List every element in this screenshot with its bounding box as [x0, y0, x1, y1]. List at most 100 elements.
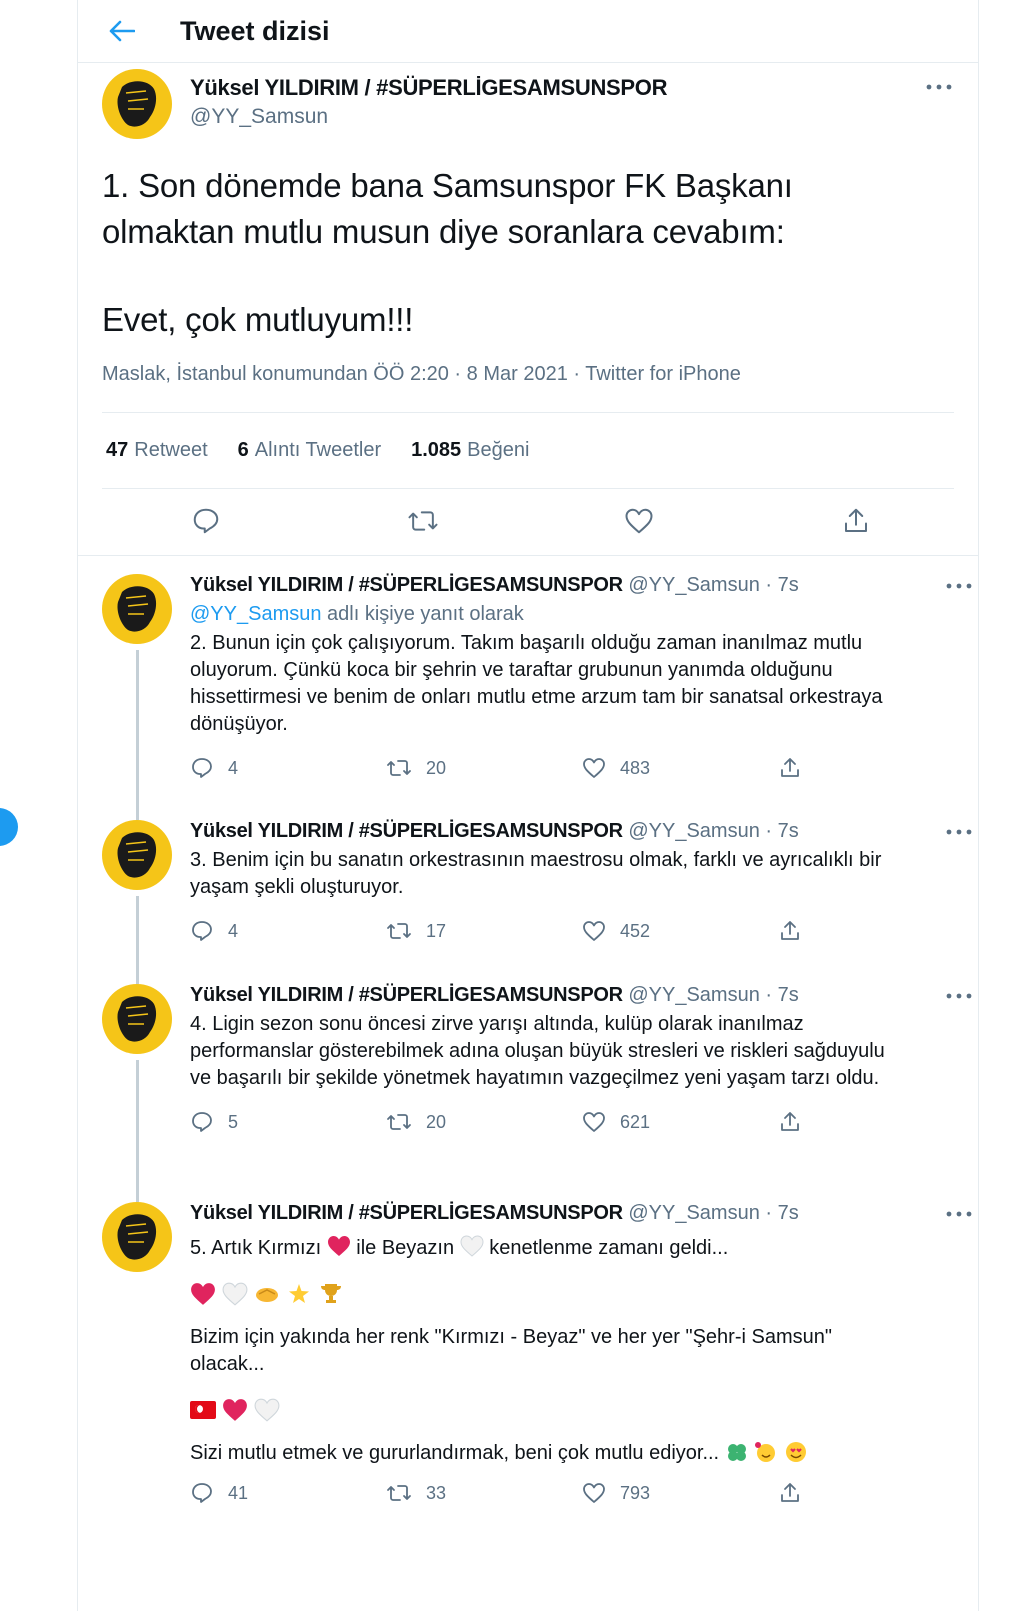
- author-name[interactable]: Yüksel YILDIRIM / #SÜPERLİGESAMSUNSPOR: [190, 820, 623, 842]
- author-name[interactable]: Yüksel YILDIRIM / #SÜPERLİGESAMSUNSPOR: [190, 984, 623, 1006]
- handle-time[interactable]: @YY_Samsun · 7s: [628, 820, 798, 842]
- retweet-icon: [387, 1114, 411, 1130]
- reply-button[interactable]: 5: [190, 1110, 386, 1134]
- thread-tweet[interactable]: Yüksel YILDIRIM / #SÜPERLİGESAMSUNSPOR @…: [78, 1184, 978, 1505]
- avatar[interactable]: [102, 69, 172, 139]
- handle-time[interactable]: @YY_Samsun · 7s: [628, 574, 798, 596]
- replying-to-link[interactable]: @YY_Samsun: [190, 603, 321, 625]
- thread-tweet[interactable]: Yüksel YILDIRIM / #SÜPERLİGESAMSUNSPOR @…: [78, 556, 978, 820]
- page-title: Tweet dizisi: [180, 15, 330, 46]
- red-heart-icon: [223, 1399, 247, 1421]
- retweet-count[interactable]: 47 Retweet: [106, 439, 208, 462]
- thread-connector: [136, 1060, 139, 1202]
- like-icon[interactable]: [621, 503, 657, 539]
- like-button[interactable]: 483: [582, 756, 778, 780]
- retweet-icon[interactable]: [405, 503, 441, 539]
- dizzy-star-icon: [289, 1284, 309, 1303]
- reply-icon: [192, 1483, 212, 1503]
- reply-icon: [192, 758, 212, 778]
- avatar[interactable]: [102, 820, 172, 890]
- turkey-flag-icon: [190, 1401, 216, 1419]
- smiling-hearts-icon: [755, 1442, 776, 1462]
- white-heart-icon: [222, 1282, 248, 1306]
- like-icon: [583, 1112, 605, 1132]
- reply-icon: [192, 1112, 212, 1132]
- share-icon: [781, 1112, 799, 1131]
- emoji-row: [190, 1398, 974, 1422]
- handshake-icon: [256, 1288, 278, 1302]
- tweet-actions: 41 33 793: [190, 1481, 974, 1505]
- retweet-button[interactable]: 33: [386, 1481, 582, 1505]
- share-button[interactable]: [778, 919, 974, 943]
- share-icon: [781, 921, 799, 940]
- tweet-actions: 5 20 621: [190, 1110, 974, 1134]
- white-heart-icon: [460, 1235, 484, 1257]
- tweet-actions: 4 17 452: [190, 919, 974, 943]
- author-name[interactable]: Yüksel YILDIRIM / #SÜPERLİGESAMSUNSPOR: [190, 75, 667, 101]
- handle-time[interactable]: @YY_Samsun · 7s: [628, 984, 798, 1006]
- retweet-button[interactable]: 20: [386, 756, 582, 780]
- avatar[interactable]: [102, 984, 172, 1054]
- more-icon[interactable]: [946, 576, 972, 594]
- tweet-actions: [102, 489, 954, 555]
- back-arrow-icon[interactable]: [108, 17, 136, 45]
- reply-icon: [192, 921, 212, 941]
- tweet-text: 4. Ligin sezon sonu öncesi zirve yarışı …: [190, 1013, 885, 1089]
- white-heart-icon: [254, 1398, 280, 1422]
- page-header: Tweet dizisi: [78, 0, 978, 63]
- quote-count[interactable]: 6 Alıntı Tweetler: [238, 439, 381, 462]
- share-icon: [781, 1483, 799, 1502]
- red-heart-icon: [327, 1236, 350, 1256]
- reply-button[interactable]: 41: [190, 1481, 386, 1505]
- heart-eyes-icon: [785, 1442, 806, 1462]
- tweet-text: 2. Bunun için çok çalışıyorum. Takım baş…: [190, 632, 883, 735]
- retweet-icon: [387, 1485, 411, 1501]
- retweet-button[interactable]: 20: [386, 1110, 582, 1134]
- handle-time[interactable]: @YY_Samsun · 7s: [628, 1202, 798, 1224]
- tweet-text: 3. Benim için bu sanatın orkestrasının m…: [190, 849, 882, 898]
- like-button[interactable]: 621: [582, 1110, 778, 1134]
- clover-icon: [727, 1444, 746, 1461]
- share-icon[interactable]: [838, 503, 874, 539]
- emoji-row: [190, 1282, 974, 1306]
- author-name[interactable]: Yüksel YILDIRIM / #SÜPERLİGESAMSUNSPOR: [190, 1202, 623, 1224]
- like-button[interactable]: 793: [582, 1481, 778, 1505]
- like-count[interactable]: 1.085 Beğeni: [411, 439, 529, 462]
- timeline-column: Tweet dizisi Yüksel YILDIRIM / #SÜPERLİG…: [77, 0, 979, 1611]
- reply-button[interactable]: 4: [190, 919, 386, 943]
- retweet-icon: [387, 760, 411, 776]
- like-icon: [583, 921, 605, 941]
- like-icon: [583, 1483, 605, 1503]
- tweet-actions: 4 20 483: [190, 756, 974, 780]
- tweet-text: Bizim için yakında her renk "Kırmızı - B…: [190, 1326, 832, 1375]
- author-handle[interactable]: @YY_Samsun: [190, 105, 667, 129]
- like-icon: [583, 758, 605, 778]
- avatar[interactable]: [102, 574, 172, 644]
- tweet-text: 1. Son dönemde bana Samsunspor FK Başkan…: [102, 167, 793, 338]
- author-name[interactable]: Yüksel YILDIRIM / #SÜPERLİGESAMSUNSPOR: [190, 574, 623, 596]
- share-icon: [781, 758, 799, 777]
- like-button[interactable]: 452: [582, 919, 778, 943]
- main-tweet: Yüksel YILDIRIM / #SÜPERLİGESAMSUNSPOR @…: [78, 63, 978, 555]
- reply-button[interactable]: 4: [190, 756, 386, 780]
- reply-icon[interactable]: [188, 503, 224, 539]
- tweet-meta[interactable]: Maslak, İstanbul konumundan ÖÖ 2:20 · 8 …: [102, 363, 954, 413]
- share-button[interactable]: [778, 1110, 974, 1134]
- more-icon[interactable]: [926, 77, 952, 95]
- tweet-text: Sizi mutlu etmek ve gururlandırmak, beni…: [190, 1440, 910, 1467]
- more-icon[interactable]: [946, 822, 972, 840]
- retweet-button[interactable]: 17: [386, 919, 582, 943]
- more-icon[interactable]: [946, 986, 972, 1004]
- tweet-text: 5. Artık Kırmızı ile Beyazın kenetlenme …: [190, 1235, 729, 1259]
- thread-tweet[interactable]: Yüksel YILDIRIM / #SÜPERLİGESAMSUNSPOR @…: [78, 802, 978, 984]
- retweet-icon: [387, 923, 411, 939]
- thread-tweet[interactable]: Yüksel YILDIRIM / #SÜPERLİGESAMSUNSPOR @…: [78, 966, 978, 1202]
- more-icon[interactable]: [946, 1204, 972, 1222]
- thread-connector: [136, 650, 139, 820]
- floating-blue-button[interactable]: [0, 808, 18, 846]
- avatar[interactable]: [102, 1202, 172, 1272]
- share-button[interactable]: [778, 756, 974, 780]
- replying-to: @YY_Samsun adlı kişiye yanıt olarak: [190, 603, 524, 625]
- tweet-stats: 47 Retweet 6 Alıntı Tweetler 1.085 Beğeni: [102, 413, 954, 489]
- share-button[interactable]: [778, 1481, 974, 1505]
